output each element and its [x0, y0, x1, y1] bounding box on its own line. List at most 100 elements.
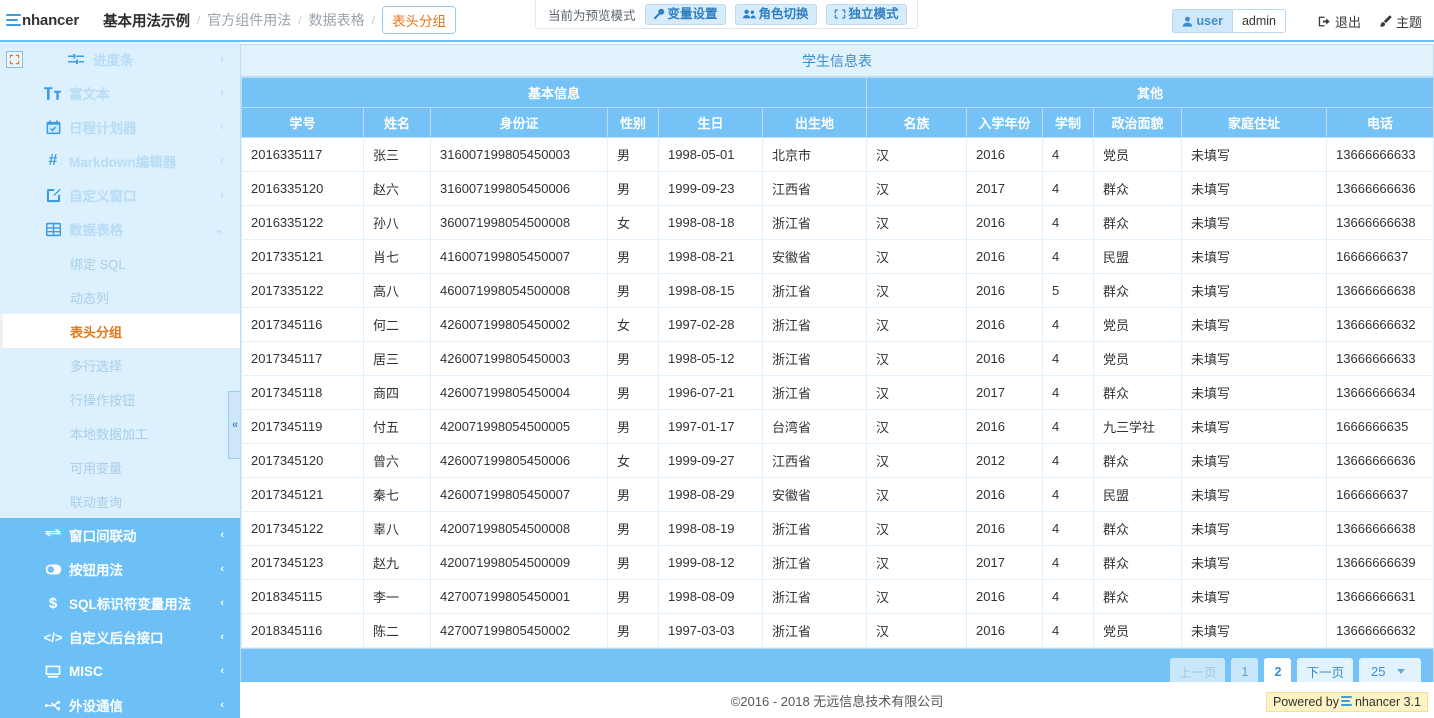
sidebar-item-custom-backend-api[interactable]: </> 自定义后台接口 ‹ [0, 620, 240, 654]
table-row[interactable]: 2017345117居三426007199805450003男1998-05-1… [242, 342, 1434, 376]
user-box[interactable]: user admin [1172, 9, 1286, 33]
student-table-panel: 学生信息表 基本信息其他 学号姓名身份证性别生日出生地名族入学年份学制政治面貌家… [240, 44, 1434, 695]
next-page-button[interactable]: 下一页 [1297, 658, 1353, 685]
fullscreen-icon[interactable] [6, 51, 23, 68]
table-head: 基本信息其他 学号姓名身份证性别生日出生地名族入学年份学制政治面貌家庭住址电话 [242, 78, 1434, 138]
table-row[interactable]: 2017345123赵九420071998054500009男1999-08-1… [242, 546, 1434, 580]
cell-politics: 群众 [1094, 512, 1182, 546]
table-column-header-politics[interactable]: 政治面貌 [1094, 108, 1182, 138]
sidebar-item-scheduler[interactable]: 日程计划器 ‹ [0, 110, 240, 144]
page-size-select[interactable]: 25 [1359, 658, 1421, 685]
cell-politics: 群众 [1094, 206, 1182, 240]
cell-address: 未填写 [1182, 376, 1327, 410]
cell-name: 居三 [364, 342, 431, 376]
table-column-header-address[interactable]: 家庭住址 [1182, 108, 1327, 138]
table-column-header-system[interactable]: 学制 [1043, 108, 1094, 138]
sidebar-item-button-usage[interactable]: 按钮用法 ‹ [0, 552, 240, 586]
cell-idcard: 360071998054500008 [431, 206, 608, 240]
sidebar-item-sql-identifier-variables[interactable]: $ SQL标识符变量用法 ‹ [0, 586, 240, 620]
table-column-header-gender[interactable]: 性别 [608, 108, 659, 138]
table-row[interactable]: 2017345119付五420071998054500005男1997-01-1… [242, 410, 1434, 444]
cell-name: 张三 [364, 138, 431, 172]
table-column-header-name[interactable]: 姓名 [364, 108, 431, 138]
sidebar-subitem-local-data-processing[interactable]: 本地数据加工 [0, 416, 240, 450]
sidebar-item-custom-window[interactable]: 自定义窗口 ‹ [0, 178, 240, 212]
sidebar-item-markdown[interactable]: # Markdown编辑器 ‹ [0, 144, 240, 178]
table-row[interactable]: 2017335122高八460071998054500008男1998-08-1… [242, 274, 1434, 308]
sidebar-subitem-linked-query[interactable]: 联动查询 [0, 484, 240, 518]
main-content: 学生信息表 基本信息其他 学号姓名身份证性别生日出生地名族入学年份学制政治面貌家… [240, 42, 1434, 718]
role-switch-button[interactable]: 角色切换 [735, 4, 817, 25]
cell-birthday: 1997-03-03 [659, 614, 763, 648]
usb-icon [44, 700, 62, 711]
table-row[interactable]: 2017345118商四426007199805450004男1996-07-2… [242, 376, 1434, 410]
table-column-header-birthday[interactable]: 生日 [659, 108, 763, 138]
table-row[interactable]: 2017345122辜八420071998054500008男1998-08-1… [242, 512, 1434, 546]
table-group-header: 其他 [867, 78, 1434, 108]
sidebar: 进度条 ‹ 富文本 ‹ [0, 42, 240, 718]
toggle-icon [44, 564, 62, 575]
footer: ©2016 - 2018 无远信息技术有限公司 [240, 682, 1434, 718]
sidebar-item-peripheral-communication[interactable]: 外设通信 ‹ [0, 688, 240, 718]
table-column-header-year[interactable]: 入学年份 [967, 108, 1043, 138]
table-row[interactable]: 2018345116陈二427007199805450002男1997-03-0… [242, 614, 1434, 648]
theme-button[interactable]: 主题 [1379, 12, 1422, 31]
cell-year: 2017 [967, 376, 1043, 410]
table-row[interactable]: 2016335120赵六316007199805450006男1999-09-2… [242, 172, 1434, 206]
variable-settings-label: 变量设置 [668, 8, 718, 21]
table-column-header-phone[interactable]: 电话 [1327, 108, 1434, 138]
page-button-2[interactable]: 2 [1264, 658, 1291, 685]
logout-button[interactable]: 退出 [1318, 12, 1361, 31]
cell-politics: 群众 [1094, 274, 1182, 308]
brand-logo[interactable]: nhancer [6, 12, 79, 29]
cell-system: 4 [1043, 172, 1094, 206]
sidebar-item-richtext[interactable]: 富文本 ‹ [0, 76, 240, 110]
variable-settings-button[interactable]: 变量设置 [645, 4, 726, 25]
table-column-header-nation[interactable]: 名族 [867, 108, 967, 138]
cell-gender: 女 [608, 308, 659, 342]
cell-sno: 2017345117 [242, 342, 364, 376]
cell-politics: 群众 [1094, 172, 1182, 206]
user-name-segment[interactable]: admin [1232, 10, 1285, 32]
user-role-segment[interactable]: user [1173, 10, 1232, 32]
table-row[interactable]: 2018345115李一427007199805450001男1998-08-0… [242, 580, 1434, 614]
table-row[interactable]: 2017345116何二426007199805450002女1997-02-2… [242, 308, 1434, 342]
sidebar-item-misc[interactable]: MISC ‹ [0, 654, 240, 688]
brand-bars-icon [1341, 696, 1352, 708]
powered-by-badge: Powered by nhancer 3.1 [1266, 692, 1428, 712]
sidebar-item-progress[interactable]: 进度条 ‹ [23, 42, 240, 76]
prev-page-button[interactable]: 上一页 [1170, 658, 1226, 685]
table-row[interactable]: 2017335121肖七416007199805450007男1998-08-2… [242, 240, 1434, 274]
cell-idcard: 416007199805450007 [431, 240, 608, 274]
cell-birthplace: 安徽省 [763, 478, 867, 512]
table-column-header-idcard[interactable]: 身份证 [431, 108, 608, 138]
sidebar-subitem-available-variables[interactable]: 可用变量 [0, 450, 240, 484]
breadcrumb-root[interactable]: 基本用法示例 [103, 10, 190, 31]
sidebar-subitem-dynamic-columns[interactable]: 动态列 [0, 280, 240, 314]
cell-nation: 汉 [867, 478, 967, 512]
breadcrumb-separator: / [298, 13, 301, 27]
table-column-header-sno[interactable]: 学号 [242, 108, 364, 138]
sidebar-subitem-header-group[interactable]: 表头分组 [0, 314, 240, 348]
sidebar-subitem-multi-row-select[interactable]: 多行选择 [0, 348, 240, 382]
breadcrumb-item-0[interactable]: 官方组件用法 [207, 10, 291, 30]
breadcrumb-item-1[interactable]: 数据表格 [309, 10, 365, 30]
sidebar-subitem-row-action-button[interactable]: 行操作按钮 [0, 382, 240, 416]
standalone-mode-button[interactable]: 独立模式 [826, 4, 907, 25]
sidebar-item-data-table[interactable]: 数据表格 ⌄ [0, 212, 240, 246]
breadcrumb-separator: / [372, 13, 375, 27]
table-row[interactable]: 2017345121秦七426007199805450007男1998-08-2… [242, 478, 1434, 512]
sidebar-item-window-linkage[interactable]: 窗口间联动 ‹ [0, 518, 240, 552]
sidebar-subitem-bind-sql[interactable]: 绑定 SQL [0, 246, 240, 280]
cell-birthday: 1999-09-23 [659, 172, 763, 206]
breadcrumb-current[interactable]: 表头分组 [382, 6, 456, 34]
sidebar-collapse-handle[interactable]: « [228, 391, 240, 459]
table-column-header-birthplace[interactable]: 出生地 [763, 108, 867, 138]
table-row[interactable]: 2016335117张三316007199805450003男1998-05-0… [242, 138, 1434, 172]
cell-sno: 2017335121 [242, 240, 364, 274]
table-row[interactable]: 2016335122孙八360071998054500008女1998-08-1… [242, 206, 1434, 240]
chevron-down-icon: ⌄ [214, 222, 224, 236]
page-button-1[interactable]: 1 [1231, 658, 1258, 685]
cell-idcard: 420071998054500008 [431, 512, 608, 546]
table-row[interactable]: 2017345120曾六426007199805450006女1999-09-2… [242, 444, 1434, 478]
